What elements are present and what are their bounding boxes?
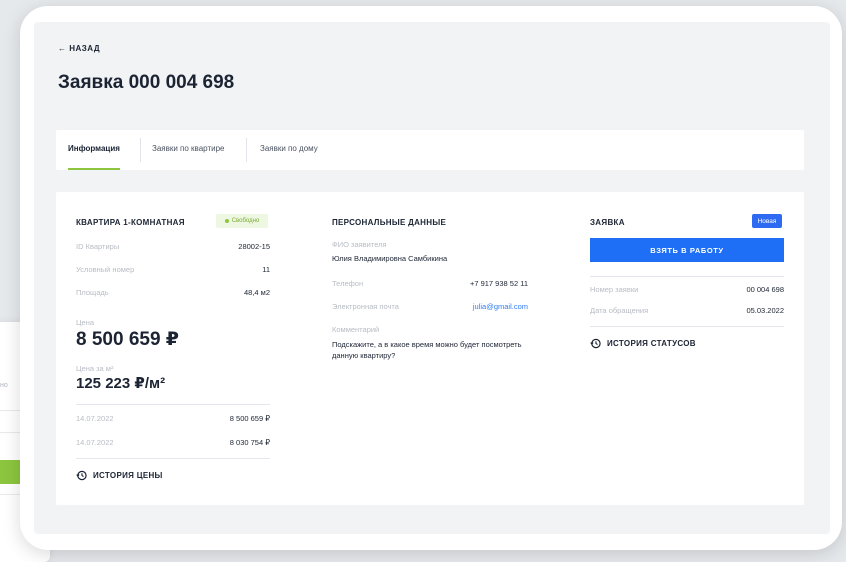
tab-divider (246, 138, 247, 162)
price-m2-value: 125 223 ₽/м² (76, 375, 166, 392)
page-content: ← НАЗАД Заявка 000 004 698 Информация За… (34, 22, 830, 534)
phone-label: Телефон (332, 279, 364, 288)
tab-apartment-requests[interactable]: Заявки по квартире (152, 144, 224, 170)
divider (76, 404, 270, 405)
history-icon (76, 470, 87, 481)
status-dot (224, 219, 229, 223)
background-text: но (0, 382, 8, 389)
status-badge: Свободно (216, 214, 268, 228)
fio-value: Юлия Владимировна Самбикина (332, 254, 448, 263)
request-number-label: Номер заявки (590, 285, 639, 294)
comment-label: Комментарий (332, 325, 380, 334)
request-date-value: 05.03.2022 (746, 306, 784, 315)
price-history-date: 14.07.2022 (76, 438, 114, 447)
comment-text: Подскажите, а в какое время можно будет … (332, 340, 522, 360)
price-history-value: 8 030 754 ₽ (229, 438, 270, 447)
status-text: Свободно (231, 218, 260, 224)
tab-divider (140, 138, 141, 162)
price-label: Цена (76, 318, 95, 327)
price-history-date: 14.07.2022 (76, 414, 114, 423)
divider (76, 458, 270, 459)
app-window: ← НАЗАД Заявка 000 004 698 Информация За… (20, 6, 842, 550)
history-icon (590, 338, 601, 349)
conditional-number-value: 11 (262, 265, 270, 274)
page-title: Заявка 000 004 698 (58, 72, 235, 93)
details-card: КВАРТИРА 1-КОМНАТНАЯ Свободно ID Квартир… (56, 192, 804, 505)
personal-title: ПЕРСОНАЛЬНЫЕ ДАННЫЕ (332, 218, 447, 227)
status-history-link[interactable]: ИСТОРИЯ СТАТУСОВ (590, 338, 696, 349)
request-title: ЗАЯВКА (590, 218, 625, 227)
email-label: Электронная почта (332, 302, 399, 311)
price-value: 8 500 659 ₽ (76, 329, 180, 350)
tab-bar: Информация Заявки по квартире Заявки по … (56, 130, 804, 170)
request-number-value: 00 004 698 (746, 285, 784, 294)
price-history-value: 8 500 659 ₽ (229, 414, 270, 423)
status-history-label: ИСТОРИЯ СТАТУСОВ (607, 339, 696, 348)
apartment-title: КВАРТИРА 1-КОМНАТНАЯ (76, 218, 185, 227)
area-label: Площадь (76, 288, 109, 297)
divider (590, 276, 784, 277)
request-date-label: Дата обращения (590, 306, 649, 315)
divider (590, 326, 784, 327)
request-status-badge: Новая (752, 214, 782, 228)
phone-value[interactable]: +7 917 938 52 11 (470, 279, 528, 288)
back-link[interactable]: ← НАЗАД (58, 44, 100, 53)
conditional-number-label: Условный номер (76, 265, 135, 274)
price-history-link[interactable]: ИСТОРИЯ ЦЕНЫ (76, 470, 163, 481)
price-history-label: ИСТОРИЯ ЦЕНЫ (93, 471, 163, 480)
tab-house-requests[interactable]: Заявки по дому (260, 144, 318, 170)
apartment-id-value: 28002-15 (238, 242, 270, 251)
take-to-work-button[interactable]: ВЗЯТЬ В РАБОТУ (590, 238, 784, 262)
area-value: 48,4 м2 (243, 288, 270, 297)
email-link[interactable]: julia@gmail.com (473, 302, 528, 311)
apartment-id-label: ID Квартиры (76, 242, 120, 251)
fio-label: ФИО заявителя (332, 240, 387, 249)
tab-information[interactable]: Информация (68, 144, 120, 170)
price-m2-label: Цена за м² (76, 364, 114, 373)
